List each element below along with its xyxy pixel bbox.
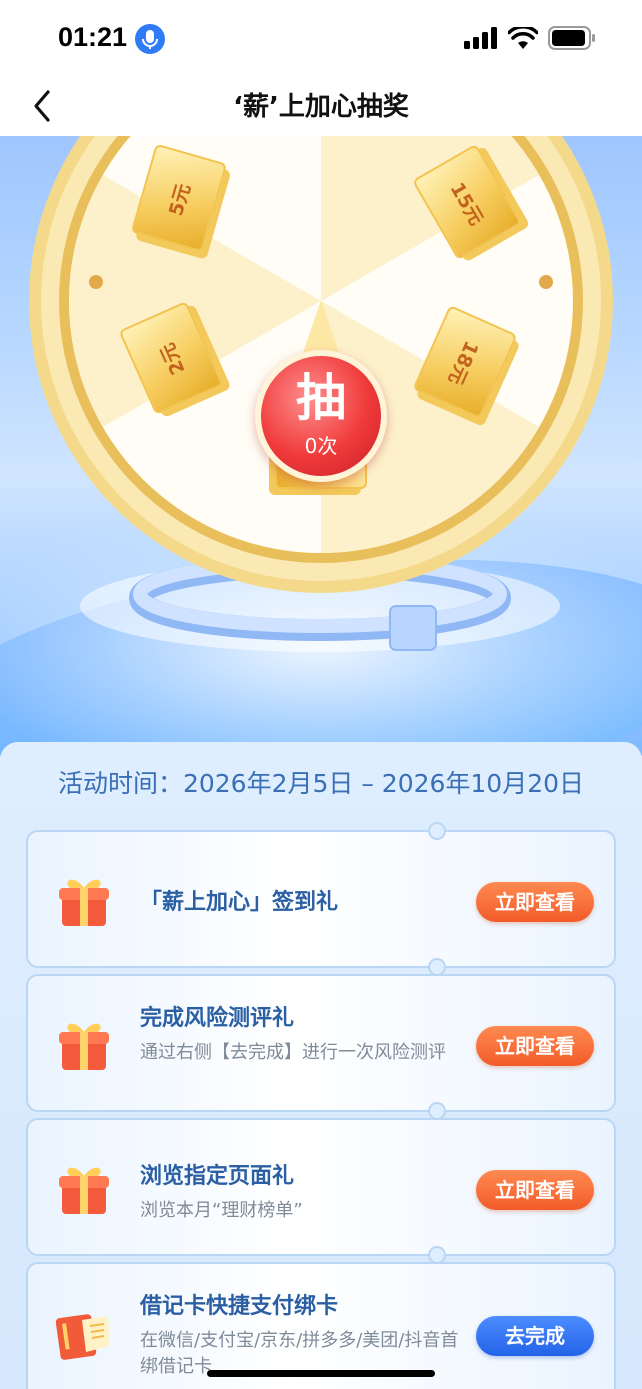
status-bar: 01:21 — [0, 0, 642, 78]
task-description: 浏览本月“理财榜单” — [140, 1200, 303, 1221]
draw-count: 0次 — [304, 434, 338, 458]
hero-banner: 5元 15元 2元 18元 1元 抽 0次 — [0, 136, 642, 756]
gift-icon — [59, 1023, 109, 1070]
status-time: 01:21 — [58, 22, 128, 52]
tasks-panel: 活动时间：2026年2月5日 – 2026年10月20日 「薪上加心」签到礼 立… — [0, 742, 642, 1389]
view-now-button[interactable]: 立即查看 — [476, 1170, 594, 1210]
page-title: ‘薪’上加心抽奖 — [233, 92, 409, 122]
wheel-pointer — [302, 300, 340, 356]
battery-icon — [548, 26, 595, 50]
activity-time: 活动时间：2026年2月5日 – 2026年10月20日 — [57, 769, 585, 798]
task-description: 通过右侧【去完成】进行一次风险测评 — [140, 1042, 446, 1063]
go-complete-button[interactable]: 去完成 — [476, 1316, 594, 1356]
draw-button[interactable]: 抽 0次 — [255, 350, 387, 482]
task-title: 浏览指定页面礼 — [140, 1164, 295, 1189]
task-title: 「薪上加心」签到礼 — [140, 890, 339, 915]
task-card-browse-page: 浏览指定页面礼 浏览本月“理财榜单” 立即查看 — [26, 1118, 616, 1264]
view-now-button[interactable]: 立即查看 — [476, 1026, 594, 1066]
gift-icon — [59, 879, 109, 926]
task-title: 完成风险测评礼 — [140, 1006, 295, 1031]
card-icon — [55, 1314, 110, 1360]
nav-bar: ‘薪’上加心抽奖 — [0, 78, 642, 136]
task-title: 借记卡快捷支付绑卡 — [140, 1294, 339, 1319]
task-card-risk-assessment: 完成风险测评礼 通过右侧【去完成】进行一次风险测评 立即查看 — [26, 974, 616, 1120]
mic-icon — [135, 24, 165, 54]
signal-icon — [464, 27, 497, 49]
draw-label: 抽 — [296, 369, 346, 427]
task-card-checkin: 「薪上加心」签到礼 立即查看 — [26, 822, 616, 976]
status-icons — [464, 26, 596, 50]
card-notch — [428, 822, 446, 840]
view-now-button[interactable]: 立即查看 — [476, 882, 594, 922]
gift-icon — [59, 1167, 109, 1214]
wifi-icon — [508, 27, 538, 49]
home-indicator — [207, 1370, 435, 1377]
